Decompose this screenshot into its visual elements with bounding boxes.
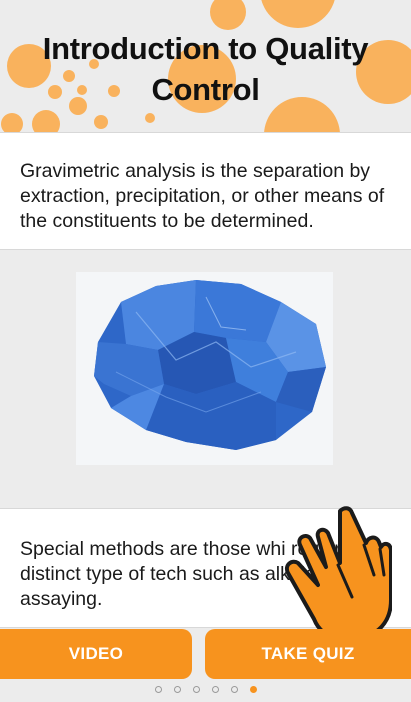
video-button[interactable]: VIDEO — [0, 629, 192, 679]
crystal-photo — [76, 272, 333, 465]
page-dot[interactable] — [192, 685, 200, 693]
text-card-1: Gravimetric analysis is the separation b… — [0, 132, 411, 250]
page-dot[interactable] — [173, 685, 181, 693]
header-banner: Introduction to Quality Control — [0, 0, 411, 132]
take-quiz-button[interactable]: TAKE QUIZ — [205, 629, 411, 679]
page-dot[interactable] — [211, 685, 219, 693]
page-dot[interactable] — [154, 685, 162, 693]
page-indicator — [0, 682, 411, 696]
page-dot[interactable] — [230, 685, 238, 693]
page-title: Introduction to Quality Control — [42, 31, 369, 107]
crystal-image — [76, 272, 333, 465]
pointing-hand-icon — [285, 506, 392, 639]
paragraph-gravimetric: Gravimetric analysis is the separation b… — [20, 160, 385, 232]
page-dot[interactable] — [249, 685, 257, 693]
